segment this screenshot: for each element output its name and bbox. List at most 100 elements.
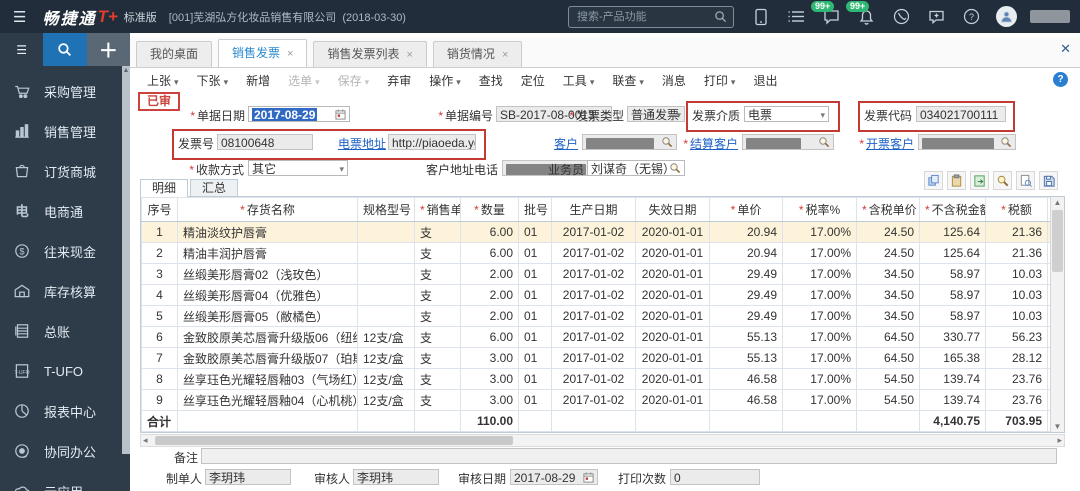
grid-cell[interactable]: 精油丰润护唇膏 (177, 242, 358, 264)
lookup-magnifier-icon[interactable] (661, 136, 673, 149)
tab-销售发票[interactable]: 销售发票 × (218, 39, 308, 67)
calendar-icon[interactable] (335, 108, 346, 121)
search-input[interactable] (575, 9, 714, 24)
grid-cell[interactable]: 23.76 (985, 368, 1048, 390)
grid-cell[interactable]: 2017-01-02 (551, 305, 636, 327)
task-list-icon[interactable] (785, 6, 807, 28)
sidebar-item-office[interactable]: 协同办公 (0, 431, 130, 471)
toolbar-button-工具[interactable]: 工具 ▾ (554, 72, 604, 89)
grid-cell[interactable]: 6 (141, 326, 178, 348)
vertical-scroll-thumb[interactable] (1052, 210, 1063, 272)
invoice-code-input[interactable]: 034021700111 (916, 106, 1006, 122)
grid-cell[interactable]: 2020-01-01 (635, 284, 710, 306)
grid-vertical-scrollbar[interactable]: ▲ ▼ (1050, 197, 1064, 432)
grid-cell[interactable]: 2 (141, 242, 178, 264)
grid-cell[interactable]: 01 (518, 221, 552, 243)
grid-cell[interactable] (357, 284, 415, 306)
grid-cell[interactable]: 21.36 (985, 242, 1048, 264)
grid-cell[interactable]: 165.38 (919, 347, 986, 369)
grid-cell[interactable]: 29.49 (709, 305, 783, 327)
grid-cell[interactable]: 01 (518, 389, 552, 411)
sidebar-item-cloud[interactable]: 云应用 (0, 471, 130, 491)
search-icon[interactable] (714, 10, 727, 23)
preview-icon[interactable] (1016, 171, 1035, 190)
notifications-bell-icon[interactable]: 99+ (846, 0, 877, 28)
horizontal-scroll-thumb[interactable] (155, 436, 513, 445)
grid-cell[interactable]: 丝缎美形唇膏02（浅玫色） (177, 263, 358, 285)
grid-cell[interactable]: 2017-01-02 (551, 347, 636, 369)
detail-tab-明细[interactable]: 明细 (140, 179, 189, 197)
grid-cell[interactable] (357, 305, 415, 327)
lookup-magnifier-icon[interactable] (818, 136, 830, 149)
grid-cell[interactable]: 24.50 (856, 221, 920, 243)
grid-cell[interactable]: 12支/盒 (357, 368, 415, 390)
grid-cell[interactable]: 2020-01-01 (635, 263, 710, 285)
grid-cell[interactable]: 8 (141, 368, 178, 390)
grid-cell[interactable]: 支 (414, 284, 461, 306)
calendar-icon[interactable] (583, 471, 594, 484)
hamburger-menu-icon[interactable]: ☰ (13, 8, 26, 26)
feedback-icon[interactable] (925, 6, 947, 28)
grid-cell[interactable]: 01 (518, 368, 552, 390)
sidebar-item-inventory[interactable]: 库存核算 (0, 271, 130, 311)
toolbar-help-icon[interactable]: ? (1053, 72, 1068, 87)
paste-icon[interactable] (947, 171, 966, 190)
grid-cell[interactable]: 34.50 (856, 284, 920, 306)
toolbar-button-上张[interactable]: 上张 ▾ (138, 72, 188, 89)
sidebar-item-report-center[interactable]: 报表中心 (0, 391, 130, 431)
grid-cell[interactable]: 46.58 (709, 389, 783, 411)
grid-cell[interactable]: 2020-01-01 (635, 368, 710, 390)
grid-cell[interactable]: 6.00 (460, 326, 519, 348)
grid-cell[interactable]: 2020-01-01 (635, 305, 710, 327)
grid-cell[interactable]: 64.50 (856, 326, 920, 348)
grid-cell[interactable]: 2.00 (460, 284, 519, 306)
tab-close-icon[interactable]: × (406, 49, 412, 61)
auditor-input[interactable]: 李玥玮 (353, 469, 439, 485)
settlement-customer-link[interactable]: 结算客户 (690, 137, 738, 151)
doc-date-input[interactable]: 2017-08-29 (248, 106, 350, 122)
grid-cell[interactable]: 2017-01-02 (551, 284, 636, 306)
grid-cell[interactable]: 24.50 (856, 242, 920, 264)
toolbar-button-打印[interactable]: 打印 ▾ (695, 72, 745, 89)
grid-cell[interactable] (357, 242, 415, 264)
grid-cell[interactable]: 支 (414, 389, 461, 411)
grid-cell[interactable]: 17.00% (782, 242, 857, 264)
grid-cell[interactable]: 46.58 (709, 368, 783, 390)
grid-cell[interactable] (357, 221, 415, 243)
sidebar-item-procurement[interactable]: 采购管理 (0, 71, 130, 111)
grid-cell[interactable]: 5 (141, 305, 178, 327)
creator-input[interactable]: 李玥玮 (205, 469, 291, 485)
sidebar-item-order-mall[interactable]: 订货商城 (0, 151, 130, 191)
grid-cell[interactable]: 3.00 (460, 347, 519, 369)
grid-cell[interactable]: 21.36 (985, 221, 1048, 243)
grid-cell[interactable]: 10.03 (985, 305, 1048, 327)
grid-cell[interactable]: 28.12 (985, 347, 1048, 369)
mobile-app-icon[interactable] (750, 6, 772, 28)
grid-cell[interactable]: 丝享珏色光耀轻唇釉04（心机桃） (177, 389, 358, 411)
grid-cell[interactable]: 支 (414, 347, 461, 369)
grid-cell[interactable]: 01 (518, 263, 552, 285)
grid-cell[interactable]: 23.76 (985, 389, 1048, 411)
grid-cell[interactable]: 12支/盒 (357, 389, 415, 411)
grid-cell[interactable]: 34.50 (856, 305, 920, 327)
grid-cell[interactable]: 330.77 (919, 326, 986, 348)
toolbar-button-新增[interactable]: 新增 (237, 72, 279, 89)
sidebar-item-ecommerce[interactable]: 电电商通 (0, 191, 130, 231)
toolbar-button-定位[interactable]: 定位 (512, 72, 554, 89)
grid-cell[interactable]: 2020-01-01 (635, 242, 710, 264)
payment-method-select[interactable]: ▾ 其它 (248, 160, 348, 176)
print-count-input[interactable]: 0 (670, 469, 760, 485)
grid-cell[interactable]: 17.00% (782, 284, 857, 306)
salesman-lookup-input[interactable]: 刘谋奇（无锡） (587, 160, 685, 176)
grid-cell[interactable]: 01 (518, 326, 552, 348)
save-icon[interactable] (1039, 171, 1058, 190)
grid-cell[interactable]: 支 (414, 242, 461, 264)
grid-cell[interactable]: 55.13 (709, 326, 783, 348)
grid-cell[interactable]: 9 (141, 389, 178, 411)
grid-cell[interactable]: 12支/盒 (357, 326, 415, 348)
toolbar-button-下张[interactable]: 下张 ▾ (188, 72, 238, 89)
lookup-magnifier-icon[interactable] (1000, 136, 1012, 149)
grid-cell[interactable]: 139.74 (919, 368, 986, 390)
grid-cell[interactable]: 2017-01-02 (551, 326, 636, 348)
grid-cell[interactable]: 4 (141, 284, 178, 306)
